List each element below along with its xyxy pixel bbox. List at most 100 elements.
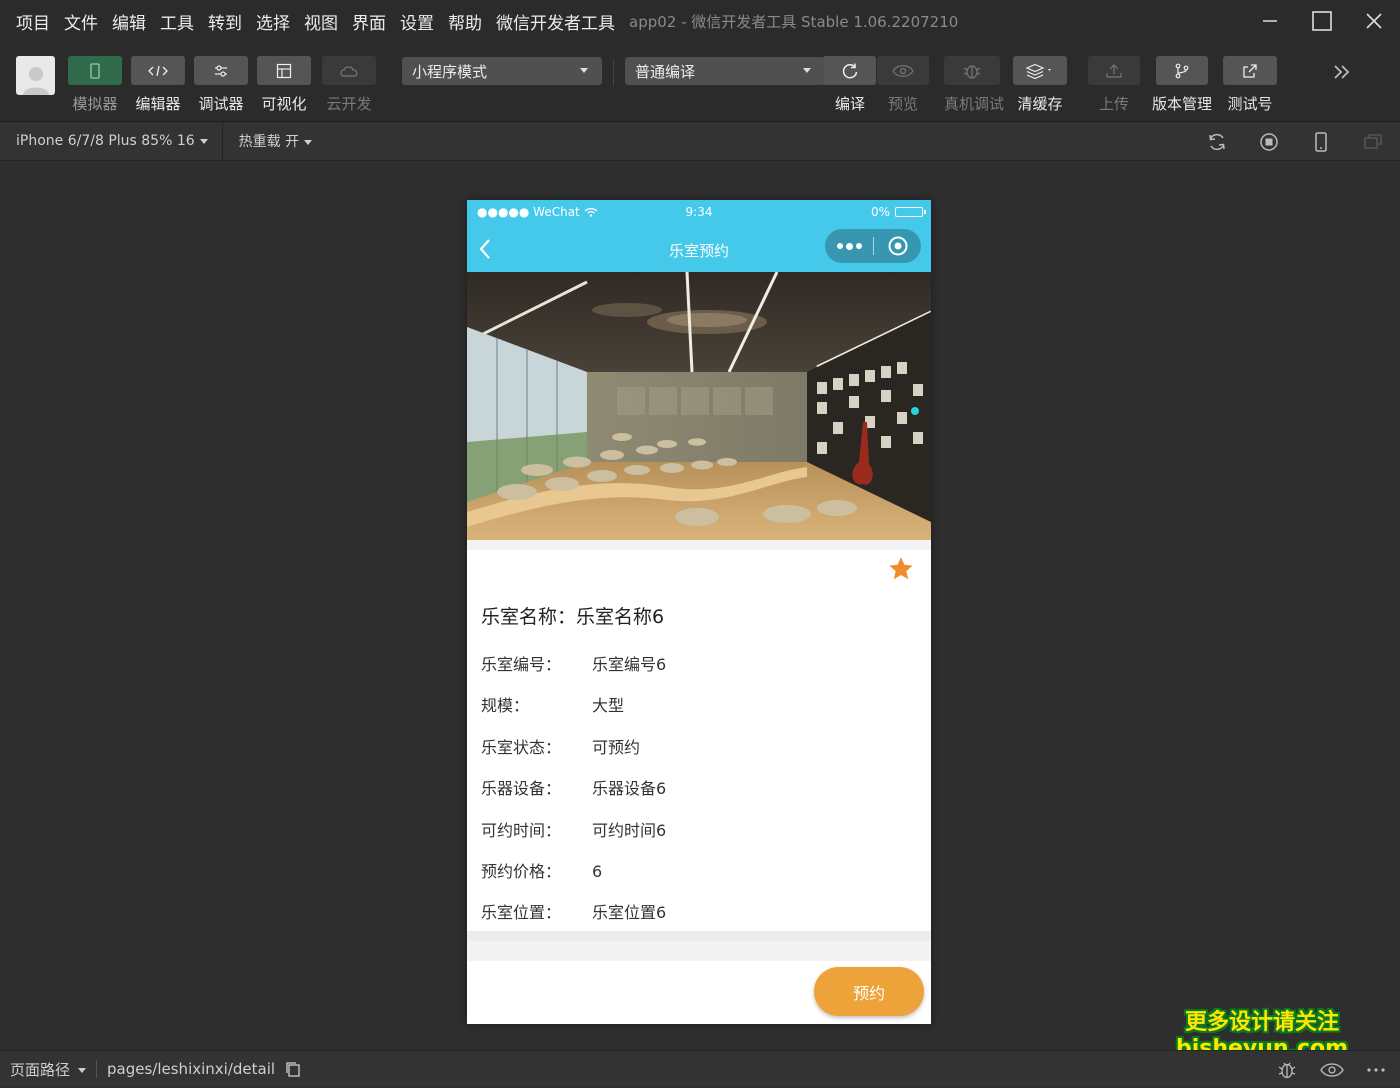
editor-button[interactable]: 编辑器 bbox=[131, 56, 185, 114]
hot-reload-value: 热重载 开 bbox=[238, 134, 300, 150]
battery-icon bbox=[895, 207, 926, 217]
detail-key: 乐室编号： bbox=[481, 655, 562, 674]
cloud-icon bbox=[340, 65, 358, 77]
toolbar: 模拟器 编辑器 调试器 可视化 云开发 小程序模式 普通编译 编译 预览 真机调… bbox=[0, 42, 1400, 122]
rotate-icon[interactable] bbox=[1206, 131, 1228, 153]
more-button[interactable] bbox=[825, 242, 873, 250]
chevron-down-icon bbox=[78, 1067, 87, 1073]
visualize-button[interactable]: 可视化 bbox=[257, 56, 311, 114]
detail-key: 可约时间： bbox=[481, 821, 562, 840]
toolbar-divider bbox=[613, 60, 614, 86]
detail-key: 乐室状态： bbox=[481, 738, 562, 757]
clear-cache-button[interactable]: 清缓存 bbox=[1013, 56, 1067, 114]
menu-interface[interactable]: 界面 bbox=[352, 9, 386, 34]
layout-icon bbox=[276, 63, 292, 78]
menu-wechat-devtools[interactable]: 微信开发者工具 bbox=[496, 9, 615, 34]
hot-reload-select[interactable]: 热重载 开 bbox=[238, 131, 313, 151]
upload-label: 上传 bbox=[1098, 95, 1129, 113]
detail-key: 乐器设备： bbox=[481, 779, 562, 798]
detach-window-icon[interactable] bbox=[1362, 131, 1384, 153]
debugger-button[interactable]: 调试器 bbox=[194, 56, 248, 114]
user-avatar[interactable] bbox=[16, 56, 55, 95]
menu-view[interactable]: 视图 bbox=[304, 9, 338, 34]
compile-select[interactable]: 普通编译 bbox=[625, 57, 825, 85]
minimize-button[interactable] bbox=[1244, 0, 1296, 42]
detail-key: 规模： bbox=[481, 696, 530, 715]
cloud-dev-button[interactable]: 云开发 bbox=[322, 56, 376, 114]
simulator-screen: ●●●●● WeChat 9:34 0% 乐室预约 乐室名称：乐室名称6 乐室编… bbox=[467, 200, 931, 1024]
title-bar: 项目 文件 编辑 工具 转到 选择 视图 界面 设置 帮助 微信开发者工具 ap… bbox=[0, 0, 1400, 42]
detail-status: 乐室状态： 可预约 bbox=[481, 734, 640, 758]
room-name-title: 乐室名称：乐室名称6 bbox=[481, 606, 665, 628]
more-dot bbox=[855, 243, 862, 249]
detail-value: 可预约 bbox=[592, 738, 641, 757]
battery-indicator: 0% bbox=[871, 205, 926, 219]
visualize-label: 可视化 bbox=[261, 95, 307, 113]
phone-icon bbox=[90, 62, 100, 79]
status-bar: 页面路径 pages/leshixinxi/detail bbox=[0, 1050, 1400, 1087]
page-path-select[interactable]: 页面路径 bbox=[10, 1059, 87, 1080]
test-account-button[interactable]: 测试号 bbox=[1223, 56, 1277, 114]
menu-help[interactable]: 帮助 bbox=[448, 9, 482, 34]
remote-debug-button[interactable]: 真机调试 bbox=[944, 56, 1004, 114]
menu-bar: 项目 文件 编辑 工具 转到 选择 视图 界面 设置 帮助 微信开发者工具 ap… bbox=[0, 9, 958, 34]
stop-icon[interactable] bbox=[1258, 131, 1280, 153]
maximize-button[interactable] bbox=[1296, 0, 1348, 42]
close-icon bbox=[1366, 13, 1382, 29]
page-path-label: 页面路径 bbox=[10, 1060, 71, 1079]
preview-button[interactable]: 预览 bbox=[877, 56, 929, 114]
room-banner-image[interactable] bbox=[467, 272, 931, 540]
statusbar-actions bbox=[1276, 1051, 1386, 1088]
upload-icon bbox=[1106, 63, 1122, 78]
detail-value: 可约时间6 bbox=[592, 821, 667, 840]
menu-select[interactable]: 选择 bbox=[256, 9, 290, 34]
page-path-value: pages/leshixinxi/detail bbox=[107, 1060, 276, 1078]
eye-icon[interactable] bbox=[1320, 1062, 1344, 1078]
target-icon bbox=[888, 236, 907, 256]
bug-icon[interactable] bbox=[1276, 1059, 1298, 1081]
clear-cache-label: 清缓存 bbox=[1017, 95, 1063, 113]
favorite-button[interactable] bbox=[887, 555, 915, 587]
simulator-button[interactable]: 模拟器 bbox=[68, 56, 122, 114]
editor-label: 编辑器 bbox=[135, 95, 181, 113]
chevron-down-icon bbox=[304, 139, 313, 145]
close-button[interactable] bbox=[1348, 0, 1400, 42]
simulator-label: 模拟器 bbox=[72, 95, 118, 113]
chevron-down-icon bbox=[580, 68, 588, 73]
menu-settings[interactable]: 设置 bbox=[400, 9, 434, 34]
chevron-down-icon bbox=[199, 138, 208, 144]
more-dot bbox=[836, 243, 843, 249]
version-manage-button[interactable]: 版本管理 bbox=[1152, 56, 1212, 114]
exit-button[interactable] bbox=[874, 235, 921, 257]
menu-goto[interactable]: 转到 bbox=[208, 9, 242, 34]
mode-select[interactable]: 小程序模式 bbox=[402, 57, 602, 85]
upload-button[interactable]: 上传 bbox=[1088, 56, 1140, 114]
detail-room-number: 乐室编号： 乐室编号6 bbox=[481, 651, 666, 675]
book-button[interactable]: 预约 bbox=[814, 967, 924, 1016]
more-horizontal-icon[interactable] bbox=[1366, 1067, 1386, 1073]
mini-program-capsule bbox=[825, 229, 921, 263]
menu-file[interactable]: 文件 bbox=[64, 9, 98, 34]
detail-price: 预约价格： 6 bbox=[481, 858, 602, 882]
bug-icon bbox=[963, 64, 981, 79]
phone-icon[interactable] bbox=[1310, 131, 1332, 153]
menu-tools[interactable]: 工具 bbox=[160, 9, 194, 34]
subbar-divider bbox=[221, 121, 223, 161]
eye-icon bbox=[892, 64, 914, 77]
detail-value: 6 bbox=[592, 862, 603, 881]
menu-edit[interactable]: 编辑 bbox=[112, 9, 146, 34]
detail-equipment: 乐器设备： 乐器设备6 bbox=[481, 775, 666, 799]
maximize-icon bbox=[1312, 11, 1332, 31]
menu-project[interactable]: 项目 bbox=[16, 9, 50, 34]
phone-nav-bar: 乐室预约 bbox=[467, 226, 931, 272]
external-link-icon bbox=[1243, 63, 1257, 78]
window-title: app02 - 微信开发者工具 Stable 1.06.2207210 bbox=[629, 12, 959, 31]
layers-icon bbox=[1025, 63, 1051, 79]
code-icon bbox=[148, 65, 168, 76]
device-select[interactable]: iPhone 6/7/8 Plus 85% 16 bbox=[16, 133, 208, 149]
simulator-bar: iPhone 6/7/8 Plus 85% 16 热重载 开 bbox=[0, 121, 1400, 161]
copy-path-button[interactable] bbox=[285, 1061, 301, 1077]
detail-value: 大型 bbox=[592, 696, 625, 715]
toolbar-more-button[interactable] bbox=[1332, 62, 1352, 87]
compile-button[interactable]: 编译 bbox=[824, 56, 876, 114]
